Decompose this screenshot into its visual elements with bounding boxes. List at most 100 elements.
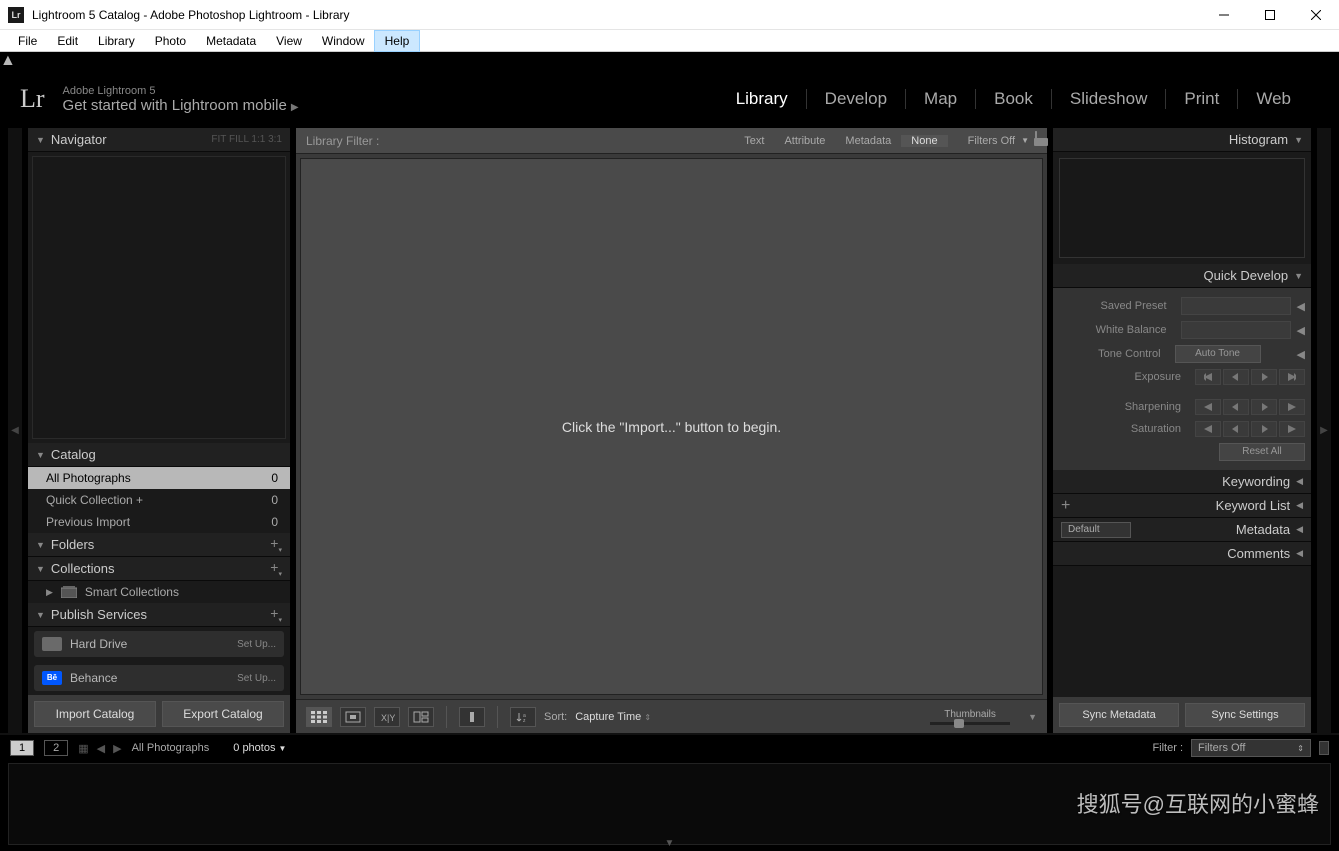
menu-library[interactable]: Library [88,31,145,51]
filter-text[interactable]: Text [734,135,774,147]
saved-preset-select[interactable] [1181,297,1291,315]
navigator-header[interactable]: ▼ Navigator FIT FILL 1:1 3:1 [28,128,290,152]
import-catalog-button[interactable]: Import Catalog [34,701,156,727]
chevron-left-icon[interactable]: ◀ [1297,324,1305,337]
chevron-down-icon: ▼ [36,450,45,460]
metadata-header[interactable]: DefaultMetadata◀ [1053,518,1311,542]
filter-none[interactable]: None [901,135,947,147]
folders-header[interactable]: ▼ Folders +▾ [28,533,290,557]
module-print[interactable]: Print [1165,89,1237,109]
module-book[interactable]: Book [975,89,1051,109]
metadata-preset-select[interactable]: Default [1061,522,1131,538]
filter-attribute[interactable]: Attribute [774,135,835,147]
collections-title: Collections [51,561,115,576]
module-slideshow[interactable]: Slideshow [1051,89,1166,109]
filmstrip-filter-select[interactable]: Filters Off⇕ [1191,739,1311,757]
module-tabs: Library Develop Map Book Slideshow Print… [718,89,1309,109]
saved-preset-label: Saved Preset [1059,300,1175,312]
forward-icon[interactable]: ▶ [113,742,121,755]
add-collection-icon[interactable]: +▾ [270,559,282,578]
add-folder-icon[interactable]: +▾ [270,535,282,554]
maximize-button[interactable] [1247,0,1293,30]
collections-header[interactable]: ▼ Collections +▾ [28,557,290,581]
compare-view-button[interactable]: X|Y [374,707,400,727]
collection-icon [61,586,77,598]
publish-harddrive[interactable]: Hard Drive Set Up... [34,631,284,657]
smart-collections-label: Smart Collections [85,585,179,599]
filmstrip-count[interactable]: 0 photos ▼ [233,742,286,754]
filter-lock-icon[interactable] [1319,741,1329,755]
publish-header[interactable]: ▼ Publish Services +▾ [28,603,290,627]
sort-direction-button[interactable]: az [510,707,536,727]
keyword-list-header[interactable]: +Keyword List◀ [1053,494,1311,518]
left-rail-collapse[interactable]: ◀ [8,128,22,733]
menu-file[interactable]: File [8,31,47,51]
module-library[interactable]: Library [718,89,806,109]
monitor-1-button[interactable]: 1 [10,740,34,756]
reset-all-button[interactable]: Reset All [1219,443,1305,461]
loupe-view-button[interactable] [340,707,366,727]
module-web[interactable]: Web [1237,89,1309,109]
catalog-all-photographs[interactable]: All Photographs0 [28,467,290,489]
histogram-box [1059,158,1305,258]
filmstrip-breadcrumb[interactable]: All Photographs [132,742,210,754]
sync-settings-button[interactable]: Sync Settings [1185,703,1305,727]
publish-setup-link[interactable]: Set Up... [237,673,276,684]
close-button[interactable] [1293,0,1339,30]
sort-label: Sort: [544,711,567,723]
add-publish-icon[interactable]: +▾ [270,605,282,624]
brand-line2[interactable]: Get started with Lightroom mobile [63,97,287,114]
publish-behance[interactable]: Bē Behance Set Up... [34,665,284,691]
survey-view-button[interactable] [408,707,434,727]
right-rail-collapse[interactable]: ▶ [1317,128,1331,733]
sync-metadata-button[interactable]: Sync Metadata [1059,703,1179,727]
histogram-header[interactable]: Histogram ▼ [1053,128,1311,152]
smart-collections-item[interactable]: ▶ Smart Collections [28,581,290,603]
grid-icon[interactable]: ▦ [78,742,88,755]
lock-icon[interactable] [1035,132,1037,144]
menu-photo[interactable]: Photo [145,31,196,51]
module-develop[interactable]: Develop [806,89,905,109]
sharpening-stepper[interactable] [1195,399,1305,415]
exposure-stepper[interactable] [1195,369,1305,385]
publish-setup-link[interactable]: Set Up... [237,639,276,650]
filters-off-dropdown[interactable]: Filters Off [968,135,1015,147]
back-icon[interactable]: ◀ [97,742,105,755]
collapse-top-icon[interactable]: ▲ [0,52,1339,70]
quick-develop-header[interactable]: Quick Develop ▼ [1053,264,1311,288]
histogram-title: Histogram [1229,132,1288,147]
thumbnail-slider[interactable]: Thumbnails [930,709,1010,725]
menu-metadata[interactable]: Metadata [196,31,266,51]
toolbar-menu-icon[interactable]: ▼ [1028,712,1037,722]
grid-toolbar: X|Y az Sort: Capture Time ⇕ Thumbnails ▼ [296,699,1047,733]
collapse-bottom-icon[interactable]: ▼ [665,838,675,849]
chevron-left-icon[interactable]: ◀ [1297,348,1305,361]
chevron-left-icon[interactable]: ◀ [1297,300,1305,313]
module-map[interactable]: Map [905,89,975,109]
painter-tool-button[interactable] [459,707,485,727]
menu-view[interactable]: View [266,31,312,51]
keywording-title: Keywording [1222,474,1290,489]
menu-edit[interactable]: Edit [47,31,88,51]
add-keyword-icon[interactable]: + [1061,497,1070,515]
catalog-previous-import[interactable]: Previous Import0 [28,511,290,533]
menu-help[interactable]: Help [375,31,420,51]
export-catalog-button[interactable]: Export Catalog [162,701,284,727]
saturation-stepper[interactable] [1195,421,1305,437]
grid-view-button[interactable] [306,707,332,727]
auto-tone-button[interactable]: Auto Tone [1175,345,1261,363]
minimize-button[interactable] [1201,0,1247,30]
navigator-zoom-options[interactable]: FIT FILL 1:1 3:1 [211,134,282,145]
catalog-quick-collection[interactable]: Quick Collection +0 [28,489,290,511]
harddrive-icon [42,637,62,651]
white-balance-select[interactable] [1181,321,1291,339]
keywording-header[interactable]: Keywording◀ [1053,470,1311,494]
filter-metadata[interactable]: Metadata [835,135,901,147]
catalog-header[interactable]: ▼ Catalog [28,443,290,467]
play-icon: ▶ [291,102,299,113]
menu-window[interactable]: Window [312,31,375,51]
sort-dropdown[interactable]: Capture Time ⇕ [575,711,651,723]
filmstrip-filter-label: Filter : [1152,742,1183,754]
monitor-2-button[interactable]: 2 [44,740,68,756]
comments-header[interactable]: Comments◀ [1053,542,1311,566]
